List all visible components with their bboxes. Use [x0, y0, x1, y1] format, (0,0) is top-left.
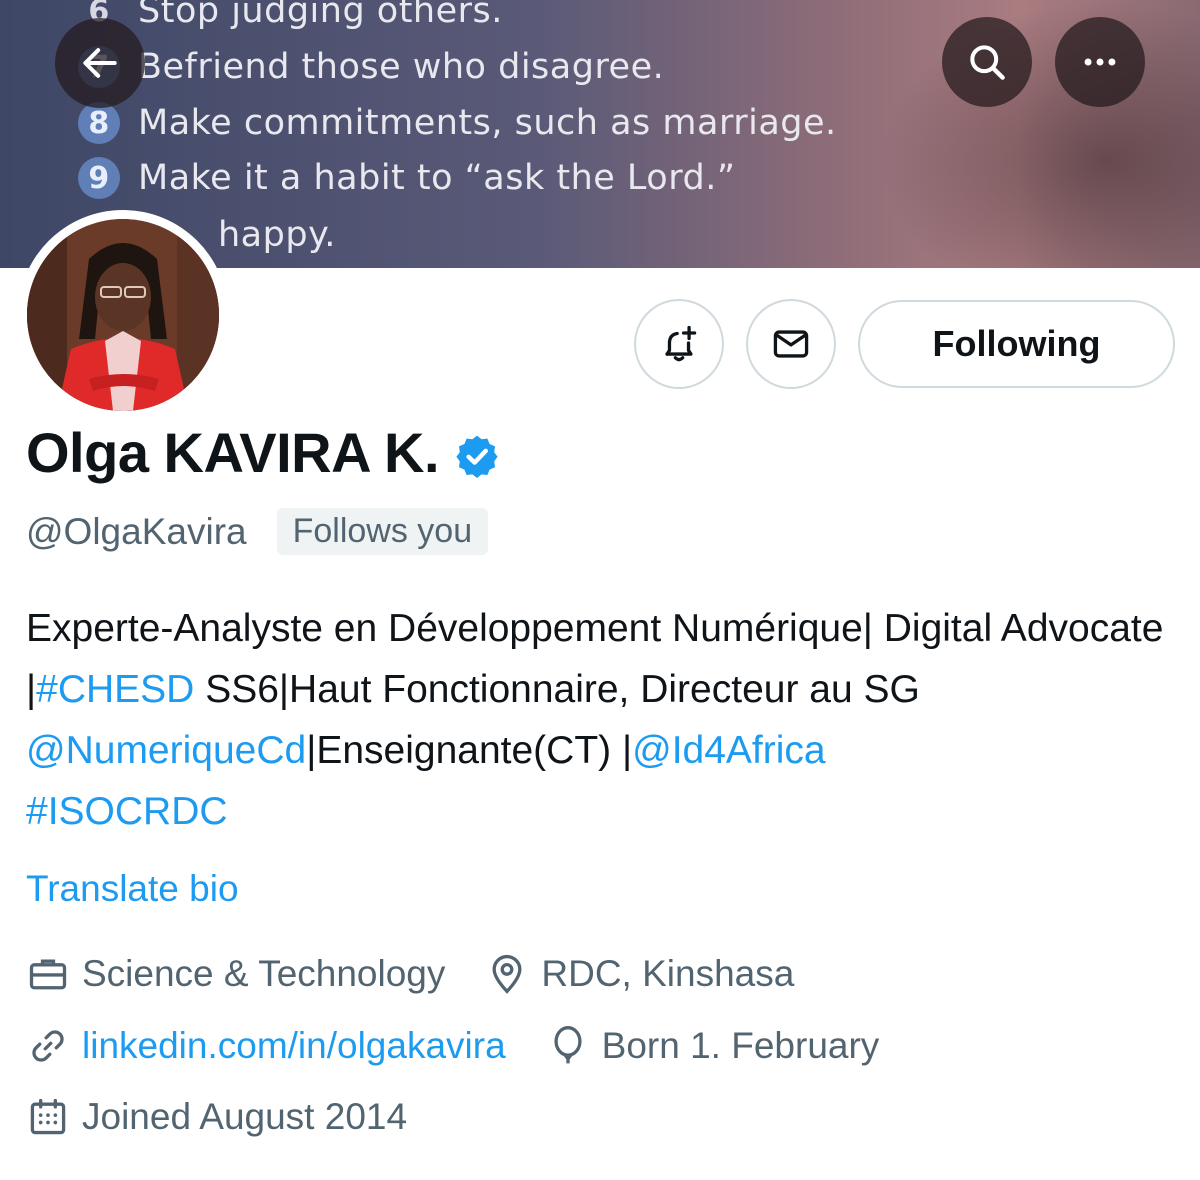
arrow-left-icon	[83, 48, 117, 78]
banner-line-text: Make commitments, such as marriage.	[138, 103, 837, 143]
handle-row: @OlgaKavira Follows you	[26, 508, 489, 555]
handle: @OlgaKavira	[26, 510, 247, 552]
bio-mention-link[interactable]: @NumeriqueCd	[26, 729, 306, 772]
back-button[interactable]	[55, 18, 145, 108]
banner-line: 8 Make commitments, such as marriage.	[78, 98, 837, 148]
meta-row: linkedin.com/in/olgakavira Born 1. Febru…	[26, 1024, 919, 1068]
avatar[interactable]	[18, 210, 228, 420]
website-item[interactable]: linkedin.com/in/olgakavira	[26, 1024, 506, 1068]
bio-hashtag-link[interactable]: #ISOCRDC	[26, 790, 228, 833]
verified-badge-icon[interactable]	[453, 432, 501, 480]
website-link[interactable]: linkedin.com/in/olgakavira	[82, 1025, 506, 1067]
more-button[interactable]	[1055, 17, 1145, 107]
calendar-icon	[30, 1098, 66, 1135]
banner-line-text: Befriend those who disagree.	[138, 47, 665, 87]
joined-text: Joined August 2014	[82, 1096, 408, 1137]
display-name: Olga KAVIRA K.	[26, 421, 440, 484]
translate-bio-link[interactable]: Translate bio	[26, 868, 239, 910]
notify-button[interactable]	[634, 299, 724, 389]
banner-line-text: Make it a habit to “ask the Lord.”	[138, 158, 736, 198]
banner-line: 6 Stop judging others.	[78, 0, 503, 36]
banner-line-text: happy.	[218, 215, 336, 255]
location-pin-icon	[492, 954, 522, 994]
joined-item: Joined August 2014	[26, 1095, 407, 1139]
following-button[interactable]: Following	[858, 300, 1175, 388]
bio: Experte-Analyste en Développement Numéri…	[26, 598, 1186, 842]
search-button[interactable]	[942, 17, 1032, 107]
category-text: Science & Technology	[82, 953, 446, 994]
search-icon	[970, 45, 1005, 80]
bio-text: SS6|Haut Fonctionnaire, Directeur au SG	[194, 668, 920, 711]
birthday-text: Born 1. February	[601, 1025, 880, 1066]
bio-mention-link[interactable]: @Id4Africa	[632, 729, 826, 772]
bio-hashtag-link[interactable]: #CHESD	[36, 668, 194, 711]
more-horizontal-icon	[1084, 58, 1116, 66]
banner-line-number: 9	[78, 157, 120, 199]
envelope-icon	[773, 330, 809, 358]
bio-text: |Enseignante(CT) |	[306, 729, 633, 772]
balloon-icon	[554, 1026, 582, 1064]
briefcase-icon	[29, 959, 67, 990]
meta-row: Science & Technology RDC, Kinshasa	[26, 952, 834, 996]
meta-row: Joined August 2014	[26, 1095, 447, 1139]
birthday-item: Born 1. February	[546, 1024, 880, 1068]
follows-you-badge: Follows you	[276, 508, 489, 555]
category-item: Science & Technology	[26, 952, 445, 996]
banner-shade	[880, 0, 1200, 268]
avatar-photo	[27, 219, 219, 411]
location-item: RDC, Kinshasa	[485, 952, 794, 996]
bell-plus-icon	[665, 325, 697, 362]
link-icon	[32, 1030, 64, 1062]
banner-line: happy.	[218, 210, 336, 260]
banner-line-number: 8	[78, 102, 120, 144]
banner-line: 7 Befriend those who disagree.	[78, 42, 664, 92]
banner-line-text: Stop judging others.	[138, 0, 503, 31]
name-row: Olga KAVIRA K.	[26, 420, 501, 485]
location-text: RDC, Kinshasa	[541, 953, 795, 994]
message-button[interactable]	[746, 299, 836, 389]
banner-line: 9 Make it a habit to “ask the Lord.”	[78, 153, 735, 203]
